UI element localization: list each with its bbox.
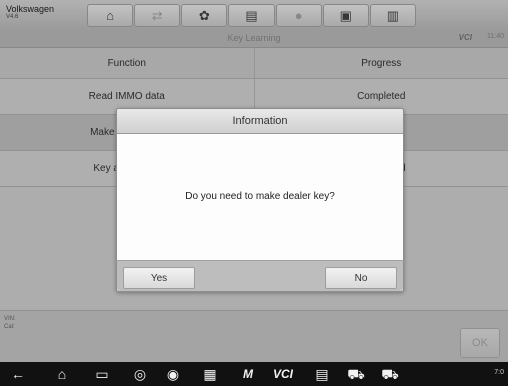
- status-clock: 7:0: [494, 369, 504, 376]
- browser-icon[interactable]: ◎: [130, 365, 150, 383]
- information-dialog: Information Do you need to make dealer k…: [116, 108, 404, 292]
- vehicle-list-icon[interactable]: ⛟: [380, 365, 400, 383]
- camera-icon[interactable]: ◉: [163, 365, 183, 383]
- dialog-message: Do you need to make dealer key?: [185, 191, 335, 202]
- car-icon[interactable]: ⛟: [346, 365, 366, 383]
- dialog-footer: Yes No: [117, 260, 403, 291]
- system-nav-bar: ← ⌂ ▭ ◎ ◉ ▦ M VCI ▤ ⛟ ⛟ 7:0: [0, 362, 508, 386]
- vci-icon[interactable]: VCI: [268, 365, 298, 383]
- back-icon[interactable]: ←: [8, 365, 28, 383]
- recent-apps-icon[interactable]: ▭: [92, 365, 112, 383]
- home-icon[interactable]: ⌂: [52, 365, 72, 383]
- vehicle-info-icon[interactable]: ▤: [312, 365, 332, 383]
- display-icon[interactable]: ▦: [200, 365, 220, 383]
- dialog-title: Information: [117, 109, 403, 134]
- no-button[interactable]: No: [325, 267, 397, 289]
- yes-button[interactable]: Yes: [123, 267, 195, 289]
- maxisys-icon[interactable]: M: [238, 365, 258, 383]
